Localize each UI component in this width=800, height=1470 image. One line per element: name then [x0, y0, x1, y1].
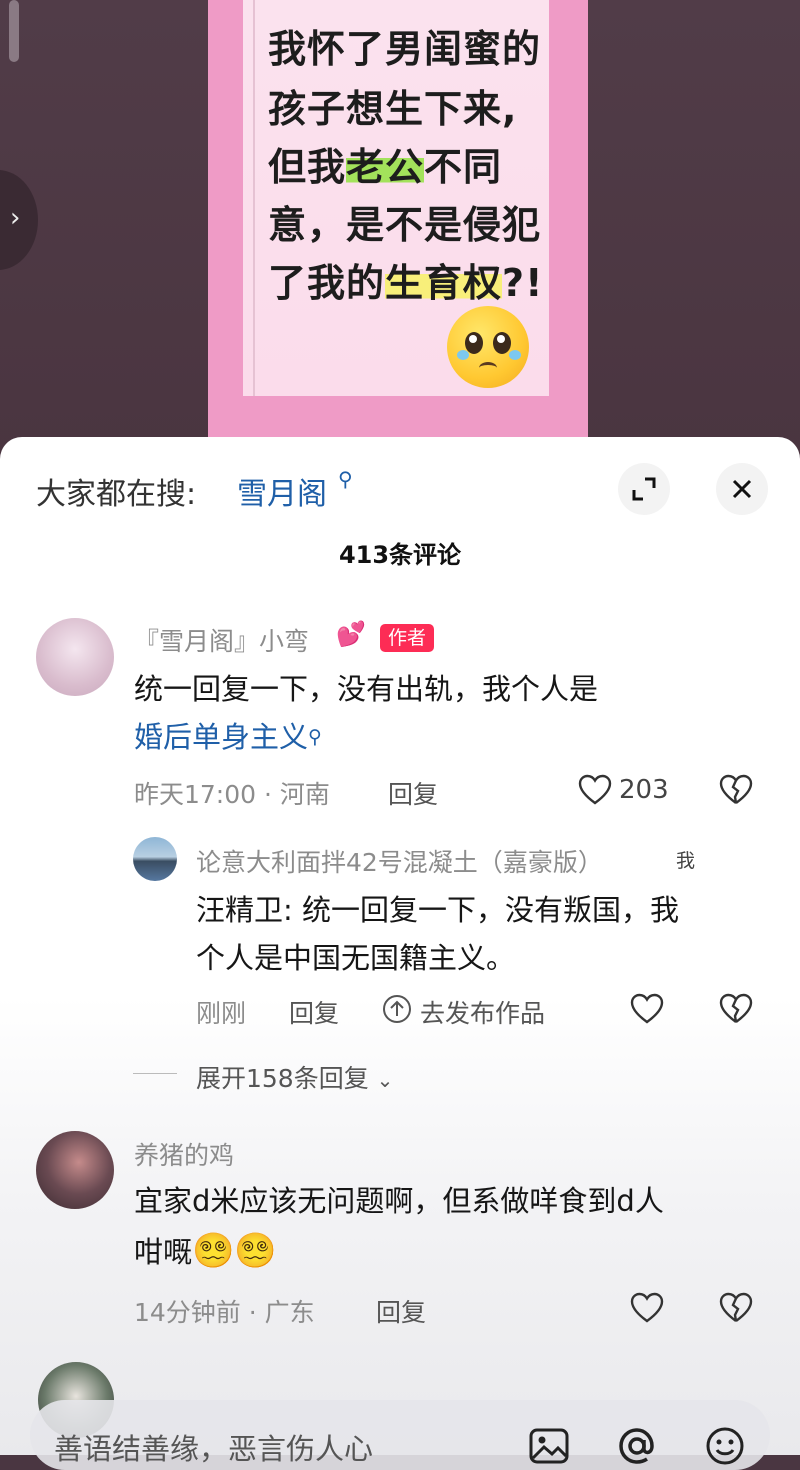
- comment-input[interactable]: 善语结善缘，恶言伤人心: [54, 1426, 373, 1468]
- trending-search-link[interactable]: 雪月阁: [237, 469, 327, 513]
- close-icon: [732, 479, 752, 499]
- author-badge: 作者: [380, 624, 435, 652]
- video-title-line-3: 但我老公不同: [268, 145, 503, 189]
- trending-search-label: 大家都在搜:: [36, 477, 197, 512]
- pleading-face-emoji-icon: [447, 306, 529, 388]
- like-heart-icon[interactable]: [578, 773, 612, 807]
- like-heart-icon[interactable]: [630, 1291, 664, 1325]
- expand-button[interactable]: [618, 463, 670, 515]
- emoji-icon[interactable]: [704, 1425, 746, 1467]
- comment-meta: 14分钟前 · 广东: [134, 1298, 315, 1327]
- search-icon[interactable]: ⚲: [338, 467, 353, 491]
- video-title-line-4: 意，是不是侵犯: [268, 203, 542, 247]
- pink-hearts-icon: 💕: [336, 620, 366, 648]
- reply-text: 个人是中国无国籍主义。: [196, 941, 516, 975]
- comment-text: 咁嘅😵‍💫😵‍💫: [134, 1231, 277, 1271]
- comment-text: 统一回复一下，没有出轨，我个人是: [134, 672, 599, 706]
- dislike-broken-heart-icon[interactable]: [719, 773, 753, 807]
- dislike-broken-heart-icon[interactable]: [719, 992, 753, 1026]
- video-title-line-5: 了我的生育权?!: [268, 261, 544, 305]
- comment-username[interactable]: 『雪月阁』小弯: [134, 622, 309, 658]
- video-title-line-1: 我怀了男闺蜜的: [268, 27, 542, 71]
- mention-at-icon[interactable]: [616, 1425, 658, 1467]
- dislike-broken-heart-icon[interactable]: [719, 1291, 753, 1325]
- close-button[interactable]: [716, 463, 768, 515]
- chevron-down-icon: ⌄: [376, 1068, 394, 1092]
- publish-work-button[interactable]: 去发布作品: [420, 994, 545, 1030]
- comment-sheet: 大家都在搜: 雪月阁 ⚲ 413条评论 『雪月阁』小弯 💕 作者 统一回复一下，…: [0, 437, 800, 1455]
- search-icon: ⚲: [308, 726, 322, 748]
- like-heart-icon[interactable]: [630, 992, 664, 1026]
- video-player[interactable]: › 我怀了男闺蜜的 孩子想生下来, 但我老公不同 意，是不是侵犯 了我的生育权?…: [0, 0, 800, 460]
- upload-icon[interactable]: [382, 994, 412, 1024]
- chevron-right-icon[interactable]: ›: [10, 203, 20, 233]
- comment-meta: 昨天17:00 · 河南: [134, 780, 330, 809]
- expand-icon: [632, 477, 656, 501]
- video-title-line-2: 孩子想生下来,: [268, 87, 518, 131]
- reply-button[interactable]: 回复: [289, 994, 339, 1030]
- dizzy-face-emoji-icon: 😵‍💫😵‍💫: [192, 1231, 277, 1271]
- reply-username[interactable]: 论意大利面拌42号混凝土（嘉豪版）: [196, 843, 603, 879]
- divider: [133, 1073, 177, 1074]
- like-count: 203: [619, 775, 669, 805]
- scroll-indicator: [9, 0, 19, 62]
- comment-text: 宜家d米应该无问题啊，但系做咩食到d人: [134, 1184, 664, 1218]
- reply-button[interactable]: 回复: [388, 775, 438, 811]
- reply-text: 汪精卫: 统一回复一下，没有叛国，我: [196, 893, 679, 927]
- reply-button[interactable]: 回复: [376, 1293, 426, 1329]
- comment-input-bar[interactable]: 善语结善缘，恶言伤人心: [30, 1400, 770, 1470]
- reply-time: 刚刚: [196, 999, 247, 1028]
- comment-search-link[interactable]: 婚后单身主义⚲: [134, 713, 322, 761]
- image-icon[interactable]: [528, 1425, 570, 1467]
- me-badge: 我: [676, 850, 696, 872]
- note-card-margin-line: [253, 0, 255, 396]
- avatar[interactable]: [133, 837, 177, 881]
- comment-username[interactable]: 养猪的鸡: [134, 1136, 234, 1172]
- expand-replies-button[interactable]: 展开158条回复 ⌄: [196, 1059, 393, 1095]
- comment-count: 413条评论: [338, 541, 462, 569]
- avatar[interactable]: [36, 1131, 114, 1209]
- avatar[interactable]: [36, 618, 114, 696]
